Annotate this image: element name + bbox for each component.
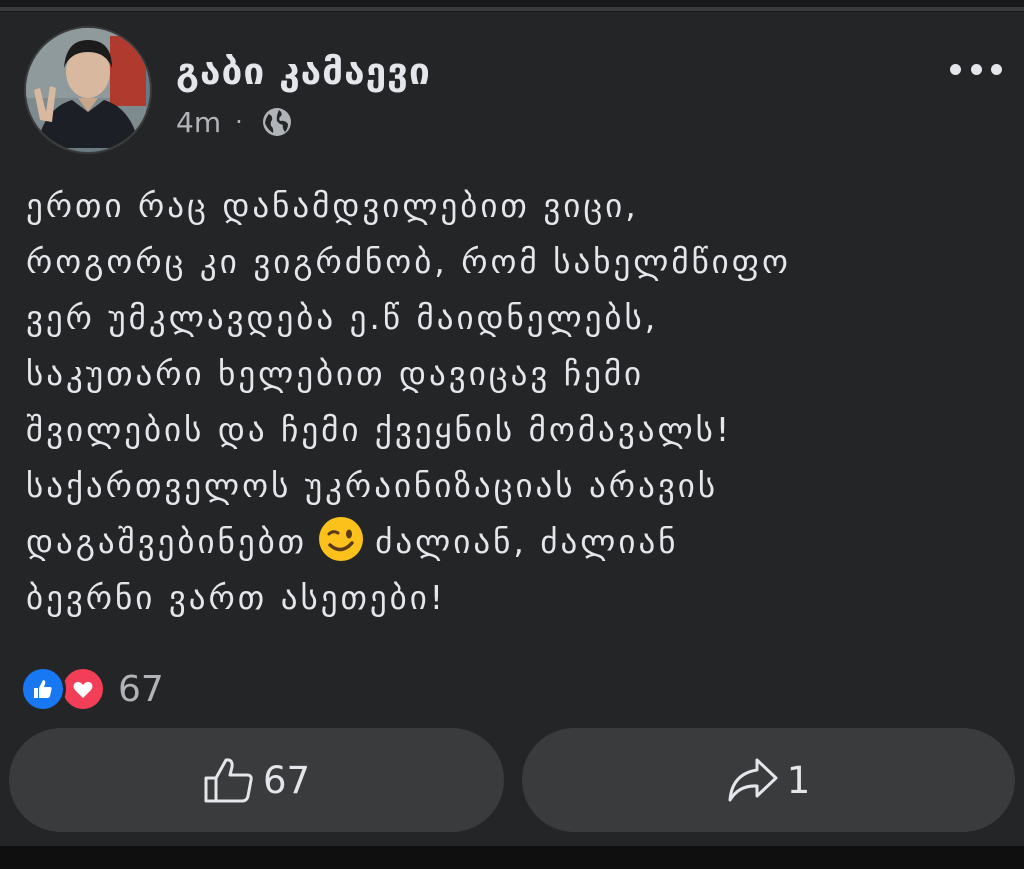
post-text-segment: ძალიან, ძალიან	[375, 522, 679, 561]
top-divider	[0, 0, 1024, 12]
more-options-button[interactable]	[950, 58, 1002, 80]
meta-separator: ·	[235, 108, 243, 136]
post-text-line: საკუთარი ხელებით დავიცავ ჩემი	[26, 354, 645, 393]
post-time[interactable]: 4m	[176, 106, 221, 139]
post-text-line-with-emoji: დაგაშვებინებთ ძალიან, ძალიან	[26, 514, 1016, 570]
like-count: 67	[262, 758, 311, 802]
thumbs-up-icon	[204, 758, 253, 803]
more-horizontal-icon	[950, 63, 961, 75]
share-button[interactable]: 1	[522, 728, 1015, 832]
post-text-line: როგორც კი ვიგრძნობ, რომ სახელმწიფო	[26, 242, 791, 281]
love-reaction-icon	[60, 666, 106, 712]
winking-face-emoji	[319, 517, 364, 561]
author-avatar[interactable]	[24, 26, 152, 154]
globe-icon	[262, 108, 291, 136]
post-text-line: ვერ უმკლავდება ე.წ მაიდნელებს,	[26, 298, 659, 337]
bottom-divider	[0, 846, 1024, 869]
like-button[interactable]: 67	[9, 728, 504, 832]
post-text-line: ბევრნი ვართ ასეთები!	[26, 578, 447, 617]
post-body: ერთი რაც დანამდვილებით ვიცი, როგორც კი ვ…	[26, 178, 1016, 626]
post-text-line: შვილების და ჩემი ქვეყნის მომავალს!	[26, 410, 733, 449]
reaction-count: 67	[118, 668, 164, 710]
like-reaction-icon	[20, 666, 66, 712]
post-meta: 4m ·	[176, 102, 293, 142]
post-text-line: საქართველოს უკრაინიზაციას არავის	[26, 466, 719, 505]
share-arrow-icon	[728, 758, 778, 802]
share-count: 1	[786, 758, 811, 802]
reactions-summary[interactable]: 67	[20, 664, 164, 714]
post-text-line: ერთი რაც დანამდვილებით ვიცი,	[26, 186, 639, 225]
post-text-segment: დაგაშვებინებთ	[26, 522, 308, 561]
author-name[interactable]: გაბი კამაევი	[176, 50, 431, 93]
